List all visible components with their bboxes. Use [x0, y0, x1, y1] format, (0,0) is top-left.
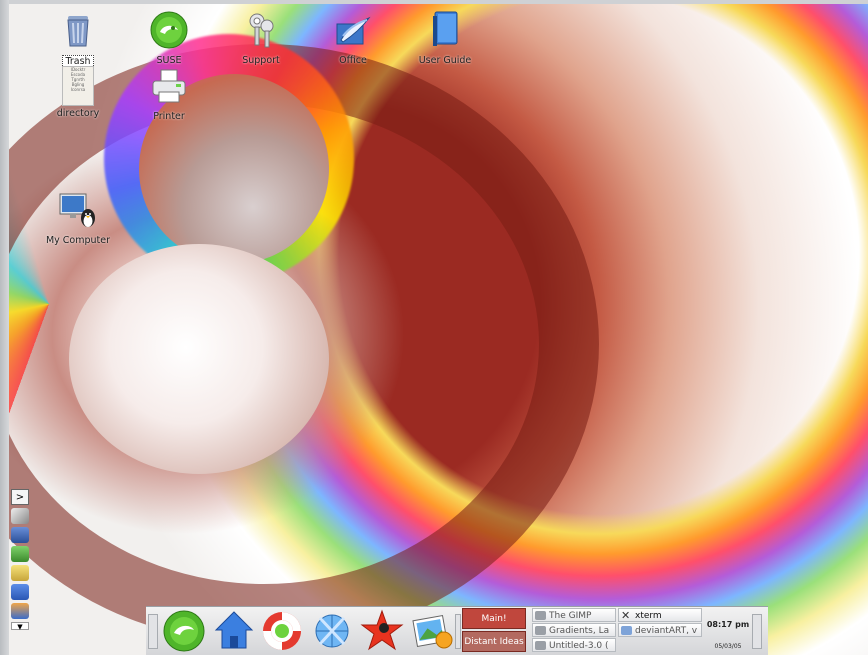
task-item[interactable]: Untitled-3.0 (	[532, 638, 616, 652]
wallpaper-white-swirl	[69, 244, 329, 474]
desktop-icon-label: Printer	[153, 111, 185, 122]
pager-desktop-distant-ideas[interactable]: Distant Ideas	[462, 631, 526, 652]
desktop-icon-label: Support	[242, 55, 280, 66]
screen-left-edge	[0, 0, 9, 655]
panel-clock[interactable]: 08:17 pm 05/03/05	[706, 608, 750, 653]
help-lifebuoy-icon[interactable]	[260, 608, 304, 653]
task-label: xterm	[635, 611, 662, 621]
task-item[interactable]: Gradients, La	[532, 623, 616, 637]
clock-time: 08:17 pm	[706, 620, 750, 629]
suse-menu-icon[interactable]	[162, 608, 206, 653]
x-icon: ✕	[621, 609, 631, 622]
task-item[interactable]: deviantART, v	[618, 623, 702, 637]
my-computer-icon	[59, 193, 95, 227]
user-guide-icon	[433, 11, 458, 46]
desktop-icon-label: My Computer	[45, 235, 111, 246]
desktop-icon-suse[interactable]: SUSE	[129, 10, 209, 66]
suse-icon	[150, 11, 188, 49]
clock-date: 05/03/05	[714, 643, 742, 650]
app-icon[interactable]	[11, 603, 29, 619]
office-icon	[336, 16, 371, 45]
desktop-icon-directory[interactable]: IDocktr Escoda Tgnrth Bgling Iconrsa dir…	[38, 66, 118, 119]
task-label: deviantART, v	[635, 626, 698, 636]
gimp-icon	[535, 626, 546, 635]
kde-panel: Main! Distant Ideas The GIMP ✕ xterm Gra…	[146, 606, 768, 655]
task-label: The GIMP	[549, 611, 592, 621]
trash-icon	[67, 16, 89, 47]
desktop-pager: Main! Distant Ideas	[462, 608, 526, 652]
panel-hide-right-button[interactable]	[752, 614, 762, 649]
desktop: Trash SUSE Support Office User Guide IDo…	[0, 0, 868, 655]
network-icon[interactable]	[11, 527, 29, 543]
plug-icon[interactable]	[11, 508, 29, 524]
desktop-icon-printer[interactable]: Printer	[129, 66, 209, 122]
note-icon[interactable]	[11, 565, 29, 581]
desktop-icon-label: SUSE	[156, 55, 182, 66]
taskbar: The GIMP ✕ xterm Gradients, La deviantAR…	[532, 608, 704, 652]
desktop-icon-support[interactable]: Support	[221, 10, 301, 66]
pager-desktop-main[interactable]: Main!	[462, 608, 526, 629]
panel-separator	[455, 614, 461, 649]
home-folder-icon[interactable]	[212, 608, 256, 653]
speaker-icon[interactable]	[11, 584, 29, 600]
support-keys-icon	[249, 13, 274, 48]
side-dock-scroll-down[interactable]: ▼	[11, 622, 29, 631]
desktop-icon-label: User Guide	[418, 55, 472, 66]
side-dock-prompt-button[interactable]: >	[11, 489, 29, 505]
printer-icon	[152, 69, 186, 103]
task-label: Untitled-3.0 (	[549, 641, 609, 651]
desktop-icon-my-computer[interactable]: My Computer	[38, 190, 118, 246]
desktop-icon-label: directory	[56, 108, 100, 119]
image-viewer-icon[interactable]	[410, 608, 454, 653]
desktop-icon-office[interactable]: Office	[313, 10, 393, 66]
side-dock: > ▼	[10, 486, 32, 655]
task-item[interactable]: ✕ xterm	[618, 608, 702, 622]
directory-preview-line: Iconrsa	[70, 87, 86, 92]
chip-icon[interactable]	[11, 546, 29, 562]
task-item[interactable]: The GIMP	[532, 608, 616, 622]
desktop-icon-user-guide[interactable]: User Guide	[405, 8, 485, 66]
directory-icon: IDocktr Escoda Tgnrth Bgling Iconrsa	[62, 66, 94, 106]
gimp-icon	[535, 641, 546, 650]
task-label: Gradients, La	[549, 626, 610, 636]
browser-icon	[621, 626, 632, 635]
konqueror-globe-icon[interactable]	[310, 608, 354, 653]
desktop-icon-label: Office	[339, 55, 367, 66]
kde-star-icon[interactable]	[360, 608, 404, 653]
desktop-icon-trash[interactable]: Trash	[38, 10, 118, 68]
panel-hide-left-button[interactable]	[148, 614, 158, 649]
gimp-icon	[535, 611, 546, 620]
